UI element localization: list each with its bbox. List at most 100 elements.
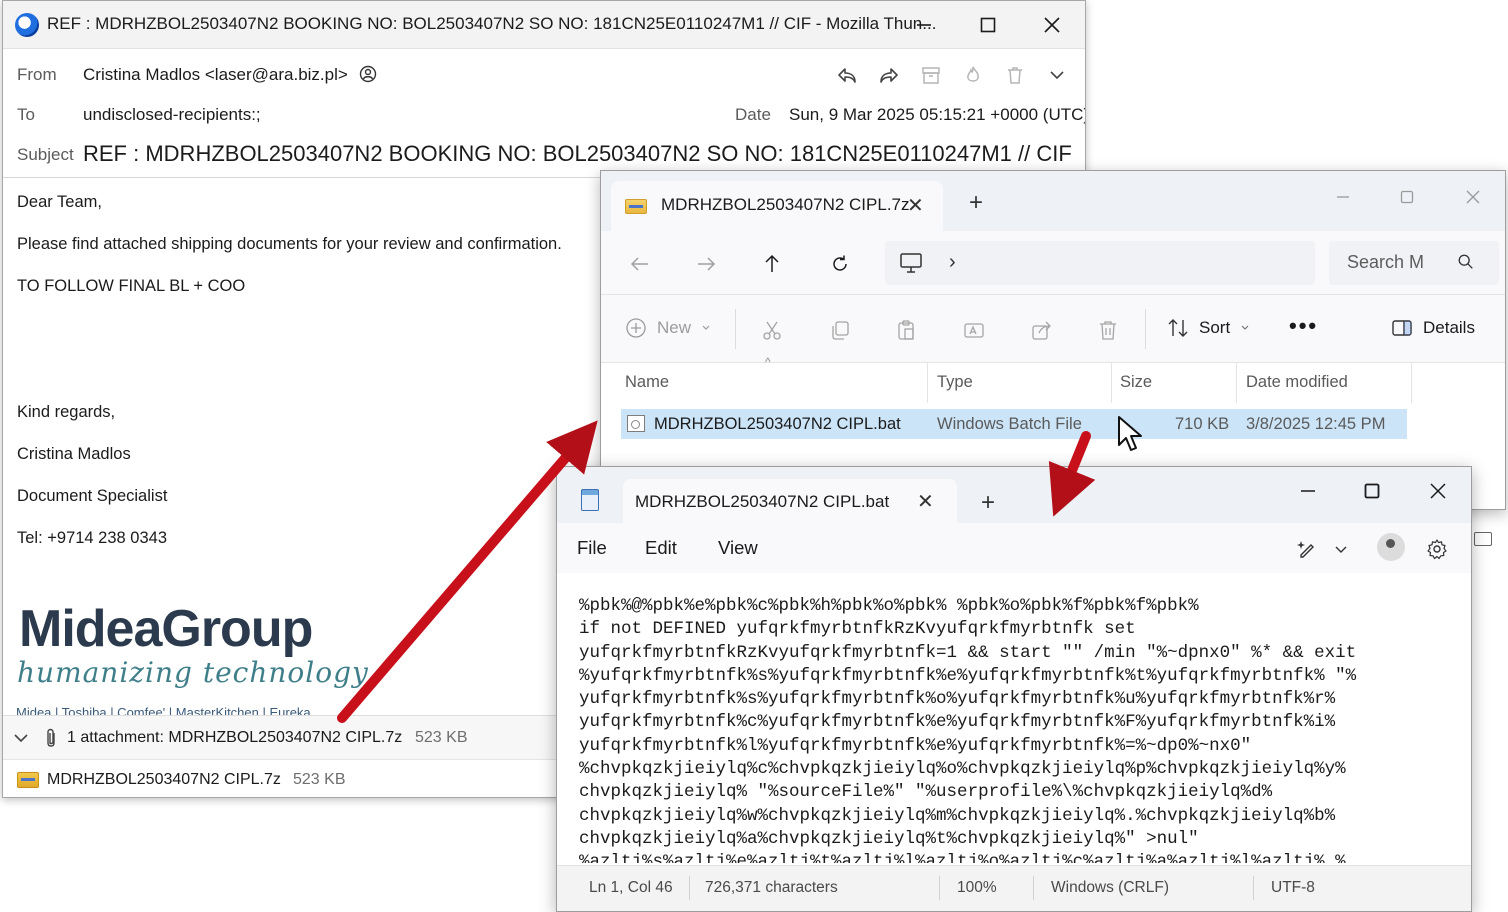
explorer-maximize-button[interactable] [1385, 179, 1429, 215]
notepad-maximize-button[interactable] [1339, 471, 1405, 511]
column-divider[interactable] [1236, 363, 1237, 403]
back-button[interactable] [625, 249, 655, 279]
sort-button[interactable]: Sort [1167, 317, 1250, 339]
column-divider[interactable] [1111, 363, 1112, 403]
chevron-down-icon [1241, 325, 1249, 330]
share-button[interactable] [1029, 317, 1055, 343]
forward-nav-button[interactable] [691, 249, 721, 279]
minimize-button[interactable] [891, 1, 957, 49]
batch-file-icon [627, 415, 645, 432]
from-value[interactable]: Cristina Madlos <laser@ara.biz.pl> [83, 65, 377, 85]
status-divider [939, 876, 940, 900]
share-icon [1032, 321, 1051, 340]
more-options-button[interactable]: ••• [1289, 313, 1318, 339]
delete-button[interactable] [997, 61, 1033, 89]
status-characters: 726,371 characters [705, 879, 838, 896]
delete-file-button[interactable] [1095, 317, 1121, 343]
paperclip-icon [47, 728, 55, 747]
subject-value: REF : MDRHZBOL2503407N2 BOOKING NO: BOL2… [83, 141, 1072, 166]
contact-icon[interactable] [359, 65, 377, 83]
attachment-name[interactable]: MDRHZBOL2503407N2 CIPL.7z [47, 771, 281, 789]
notepad-editor[interactable]: %pbk%@%pbk%e%pbk%c%pbk%h%pbk%o%pbk% %pbk… [579, 595, 1459, 863]
notepad-app-icon [581, 489, 599, 511]
reply-button[interactable] [829, 61, 865, 89]
breadcrumb-chevron-icon[interactable]: › [949, 251, 956, 274]
body-line-2: TO FOLLOW FINAL BL + COO [17, 277, 246, 295]
explorer-tab[interactable]: MDRHZBOL2503407N2 CIPL.7z ✕ [611, 181, 943, 231]
status-divider [1033, 876, 1034, 900]
from-address[interactable]: Cristina Madlos <laser@ara.biz.pl> [83, 65, 348, 84]
more-actions-button[interactable] [1039, 61, 1075, 89]
refresh-button[interactable] [825, 249, 855, 279]
forward-button[interactable] [871, 61, 907, 89]
archive-button[interactable] [913, 61, 949, 89]
address-bar[interactable]: › [885, 241, 1315, 285]
file-name[interactable]: MDRHZBOL2503407N2 CIPL.bat [654, 415, 901, 434]
column-divider[interactable] [927, 363, 928, 403]
maximize-icon [1400, 190, 1414, 204]
signature-name: Cristina Madlos [17, 445, 131, 463]
from-label: From [17, 65, 57, 84]
midea-tagline: humanizing technology [17, 656, 369, 689]
notepad-tab[interactable]: MDRHZBOL2503407N2 CIPL.bat ✕ [623, 479, 957, 523]
maximize-button[interactable] [955, 1, 1021, 49]
junk-flame-icon [967, 66, 979, 82]
account-avatar-icon[interactable] [1377, 533, 1405, 561]
this-pc-icon [900, 253, 922, 273]
thunderbird-window-title: REF : MDRHZBOL2503407N2 BOOKING NO: BOL2… [47, 14, 937, 33]
explorer-close-button[interactable] [1451, 179, 1495, 215]
new-tab-button[interactable]: + [981, 489, 995, 517]
explorer-search-box[interactable]: Search M [1329, 241, 1499, 285]
minimize-icon [917, 24, 931, 26]
view-toggle-icon[interactable] [1474, 532, 1492, 546]
arrow-right-icon [698, 257, 716, 271]
notepad-statusbar: Ln 1, Col 46 726,371 characters 100% Win… [557, 865, 1471, 911]
message-actions [829, 61, 1075, 89]
chevron-down-icon[interactable] [13, 730, 29, 746]
trash-icon [1100, 321, 1116, 340]
arrow-left-icon [630, 257, 648, 271]
rename-icon [964, 323, 984, 338]
up-button[interactable] [757, 249, 787, 279]
status-zoom[interactable]: 100% [957, 879, 997, 897]
chevron-down-icon [702, 325, 710, 330]
details-pane-button[interactable]: Details [1391, 317, 1475, 339]
menu-view[interactable]: View [718, 537, 758, 559]
column-header-date[interactable]: Date modified [1246, 373, 1348, 392]
notepad-close-button[interactable] [1405, 471, 1471, 511]
notepad-minimize-button[interactable] [1275, 471, 1341, 511]
details-pane-icon [1392, 320, 1412, 336]
mouse-pointer-icon [1118, 416, 1142, 451]
file-date: 3/8/2025 12:45 PM [1246, 415, 1386, 433]
body-line-1: Please find attached shipping documents … [17, 235, 562, 253]
rename-button[interactable] [961, 317, 987, 343]
thunderbird-logo-icon [15, 13, 39, 37]
menu-edit[interactable]: Edit [645, 537, 677, 559]
copilot-rewrite-button[interactable] [1291, 535, 1323, 563]
rewrite-dropdown-button[interactable] [1325, 535, 1357, 563]
new-tab-button[interactable]: + [969, 189, 983, 217]
column-divider[interactable] [1411, 363, 1412, 403]
copy-button[interactable] [827, 317, 853, 343]
sort-caret-icon: ^ [765, 355, 771, 369]
paste-button[interactable] [893, 317, 919, 343]
column-header-type[interactable]: Type [937, 373, 973, 392]
cut-button[interactable] [759, 317, 785, 343]
explorer-minimize-button[interactable] [1321, 179, 1365, 215]
thunderbird-titlebar: REF : MDRHZBOL2503407N2 BOOKING NO: BOL2… [3, 1, 1085, 49]
command-separator [735, 309, 736, 349]
archive-folder-icon [625, 199, 647, 214]
menu-file[interactable]: File [577, 537, 607, 559]
junk-button[interactable] [955, 61, 991, 89]
paste-icon [898, 320, 914, 340]
column-header-name[interactable]: Name [625, 373, 669, 392]
close-tab-icon[interactable]: ✕ [917, 489, 934, 514]
new-button[interactable]: New [625, 317, 711, 339]
file-row[interactable]: MDRHZBOL2503407N2 CIPL.bat Windows Batch… [621, 409, 1407, 439]
close-tab-icon[interactable]: ✕ [907, 193, 924, 218]
maximize-icon [980, 17, 996, 33]
column-header-size[interactable]: Size [1120, 373, 1152, 392]
settings-button[interactable] [1421, 535, 1453, 563]
close-button[interactable] [1019, 1, 1085, 49]
arrow-up-icon [765, 254, 779, 272]
